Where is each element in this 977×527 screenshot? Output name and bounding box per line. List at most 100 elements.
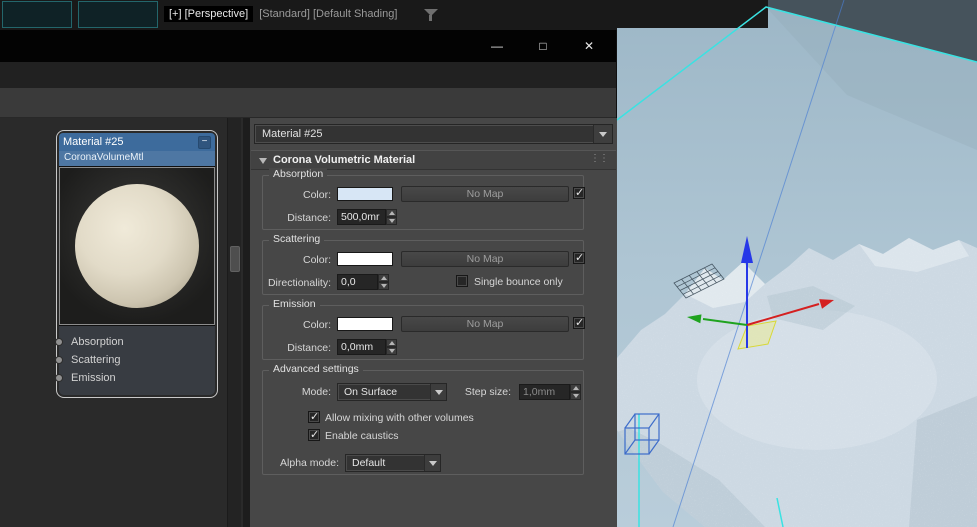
node-view-scrollbar[interactable] xyxy=(227,118,241,527)
slot-socket-icon[interactable] xyxy=(55,338,63,346)
viewport-top-strip xyxy=(617,0,768,28)
spinner-down-icon[interactable] xyxy=(570,392,581,400)
rollout-header-corona-volumetric[interactable]: Corona Volumetric Material ⋮⋮ xyxy=(251,150,616,170)
chevron-down-icon[interactable] xyxy=(593,125,612,143)
emission-distance-spinner[interactable]: 0,0mm xyxy=(337,339,397,355)
minimize-button[interactable]: — xyxy=(474,30,520,62)
node-header[interactable]: Material #25 − xyxy=(59,133,215,151)
node-title: Material #25 xyxy=(63,136,198,148)
scattering-map-button[interactable]: No Map xyxy=(401,251,569,267)
check-icon: ✓ xyxy=(575,186,584,199)
enable-caustics-checkbox[interactable]: ✓ xyxy=(308,429,320,441)
preview-sphere xyxy=(75,184,199,308)
emission-distance-value[interactable]: 0,0mm xyxy=(337,339,386,355)
absorption-distance-spinner[interactable]: 500,0mr xyxy=(337,209,397,225)
single-bounce-label: Single bounce only xyxy=(474,276,563,289)
material-selector[interactable]: Material #25 xyxy=(254,124,613,144)
toolbar-strip xyxy=(0,88,616,118)
node-subtitle: CoronaVolumeMtl xyxy=(59,151,215,166)
spinner-buttons xyxy=(386,339,397,355)
material-preview[interactable] xyxy=(59,166,215,326)
spinner-buttons xyxy=(386,209,397,225)
drag-grip-icon[interactable]: ⋮⋮ xyxy=(590,153,608,164)
spinner-buttons xyxy=(378,274,389,290)
check-icon: ✓ xyxy=(310,410,319,423)
node-view[interactable]: Material #25 − CoronaVolumeMtl Absorptio… xyxy=(0,118,243,527)
viewport-label-active[interactable]: [+] [Perspective] xyxy=(164,6,253,22)
viewport-sliver[interactable] xyxy=(2,1,72,28)
filter-icon[interactable] xyxy=(424,9,438,23)
node-slot-emission[interactable]: Emission xyxy=(59,369,215,387)
absorption-map-button[interactable]: No Map xyxy=(401,186,569,202)
viewport-label-secondary[interactable]: [Standard] [Default Shading] xyxy=(259,6,397,22)
absorption-map-checkbox[interactable]: ✓ xyxy=(573,187,585,199)
check-icon: ✓ xyxy=(575,251,584,264)
alpha-mode-label: Alpha mode: xyxy=(263,456,339,470)
directionality-spinner[interactable]: 0,0 xyxy=(337,274,389,290)
material-node-body: Material #25 − CoronaVolumeMtl Absorptio… xyxy=(59,133,215,395)
panel-divider[interactable] xyxy=(243,118,250,527)
step-size-spinner[interactable]: 1,0mm xyxy=(519,384,581,400)
spinner-up-icon[interactable] xyxy=(386,209,397,217)
emission-map-checkbox[interactable]: ✓ xyxy=(573,317,585,329)
scattering-color-swatch[interactable] xyxy=(337,252,393,266)
slot-label: Scattering xyxy=(71,354,121,366)
viewport-3d[interactable] xyxy=(617,0,977,527)
check-icon: ✓ xyxy=(575,316,584,329)
spinner-down-icon[interactable] xyxy=(378,282,389,290)
filter-icon-stem xyxy=(429,15,432,21)
spinner-down-icon[interactable] xyxy=(386,217,397,225)
spinner-up-icon[interactable] xyxy=(570,384,581,392)
enable-caustics-label: Enable caustics xyxy=(325,430,399,443)
allow-mixing-checkbox[interactable]: ✓ xyxy=(308,411,320,423)
spinner-down-icon[interactable] xyxy=(386,347,397,355)
node-slots: Absorption Scattering Emission xyxy=(59,326,215,395)
scrollbar-thumb[interactable] xyxy=(230,246,240,272)
emission-map-button[interactable]: No Map xyxy=(401,316,569,332)
distance-label: Distance: xyxy=(263,211,331,225)
group-advanced-settings: Advanced settings Mode: On Surface Step … xyxy=(262,370,584,475)
group-absorption: Absorption Color: No Map ✓ Distance: 500… xyxy=(262,175,584,230)
emission-color-swatch[interactable] xyxy=(337,317,393,331)
rollout-title: Corona Volumetric Material xyxy=(273,154,415,166)
material-selector-value: Material #25 xyxy=(262,128,323,140)
node-slot-absorption[interactable]: Absorption xyxy=(59,333,215,351)
color-label: Color: xyxy=(263,253,331,267)
viewport-topbar: [+] [Perspective] [Standard] [Default Sh… xyxy=(0,0,617,30)
absorption-distance-value[interactable]: 500,0mr xyxy=(337,209,386,225)
screen: [+] [Perspective] [Standard] [Default Sh… xyxy=(0,0,977,527)
single-bounce-checkbox[interactable] xyxy=(456,275,468,287)
mode-value: On Surface xyxy=(344,386,397,398)
maximize-button[interactable]: □ xyxy=(520,30,566,62)
directionality-label: Directionality: xyxy=(263,276,331,290)
slot-socket-icon[interactable] xyxy=(55,374,63,382)
distance-label: Distance: xyxy=(263,341,331,355)
absorption-color-swatch[interactable] xyxy=(337,187,393,201)
group-title: Advanced settings xyxy=(269,363,363,375)
group-title: Absorption xyxy=(269,168,327,180)
spinner-up-icon[interactable] xyxy=(378,274,389,282)
window-titlebar[interactable]: — □ ✕ xyxy=(0,30,616,62)
material-node[interactable]: Material #25 − CoronaVolumeMtl Absorptio… xyxy=(56,130,218,398)
spinner-up-icon[interactable] xyxy=(386,339,397,347)
chevron-down-icon[interactable] xyxy=(424,455,440,471)
editor-content: Material #25 − CoronaVolumeMtl Absorptio… xyxy=(0,118,616,527)
menu-strip xyxy=(0,62,616,88)
mode-dropdown[interactable]: On Surface xyxy=(337,383,447,401)
window-buttons: — □ ✕ xyxy=(474,30,612,62)
material-editor-window: — □ ✕ Material #25 − CoronaVolumeMtl xyxy=(0,30,617,527)
directionality-value[interactable]: 0,0 xyxy=(337,274,378,290)
check-icon: ✓ xyxy=(310,428,319,441)
color-label: Color: xyxy=(263,188,331,202)
node-slot-scattering[interactable]: Scattering xyxy=(59,351,215,369)
alpha-mode-dropdown[interactable]: Default xyxy=(345,454,441,472)
mode-label: Mode: xyxy=(263,385,331,399)
viewport-sliver[interactable] xyxy=(78,1,158,28)
slot-socket-icon[interactable] xyxy=(55,356,63,364)
color-label: Color: xyxy=(263,318,331,332)
chevron-down-icon[interactable] xyxy=(430,384,446,400)
group-emission: Emission Color: No Map ✓ Distance: 0,0mm xyxy=(262,305,584,360)
collapse-node-button[interactable]: − xyxy=(198,136,211,149)
scattering-map-checkbox[interactable]: ✓ xyxy=(573,252,585,264)
close-button[interactable]: ✕ xyxy=(566,30,612,62)
